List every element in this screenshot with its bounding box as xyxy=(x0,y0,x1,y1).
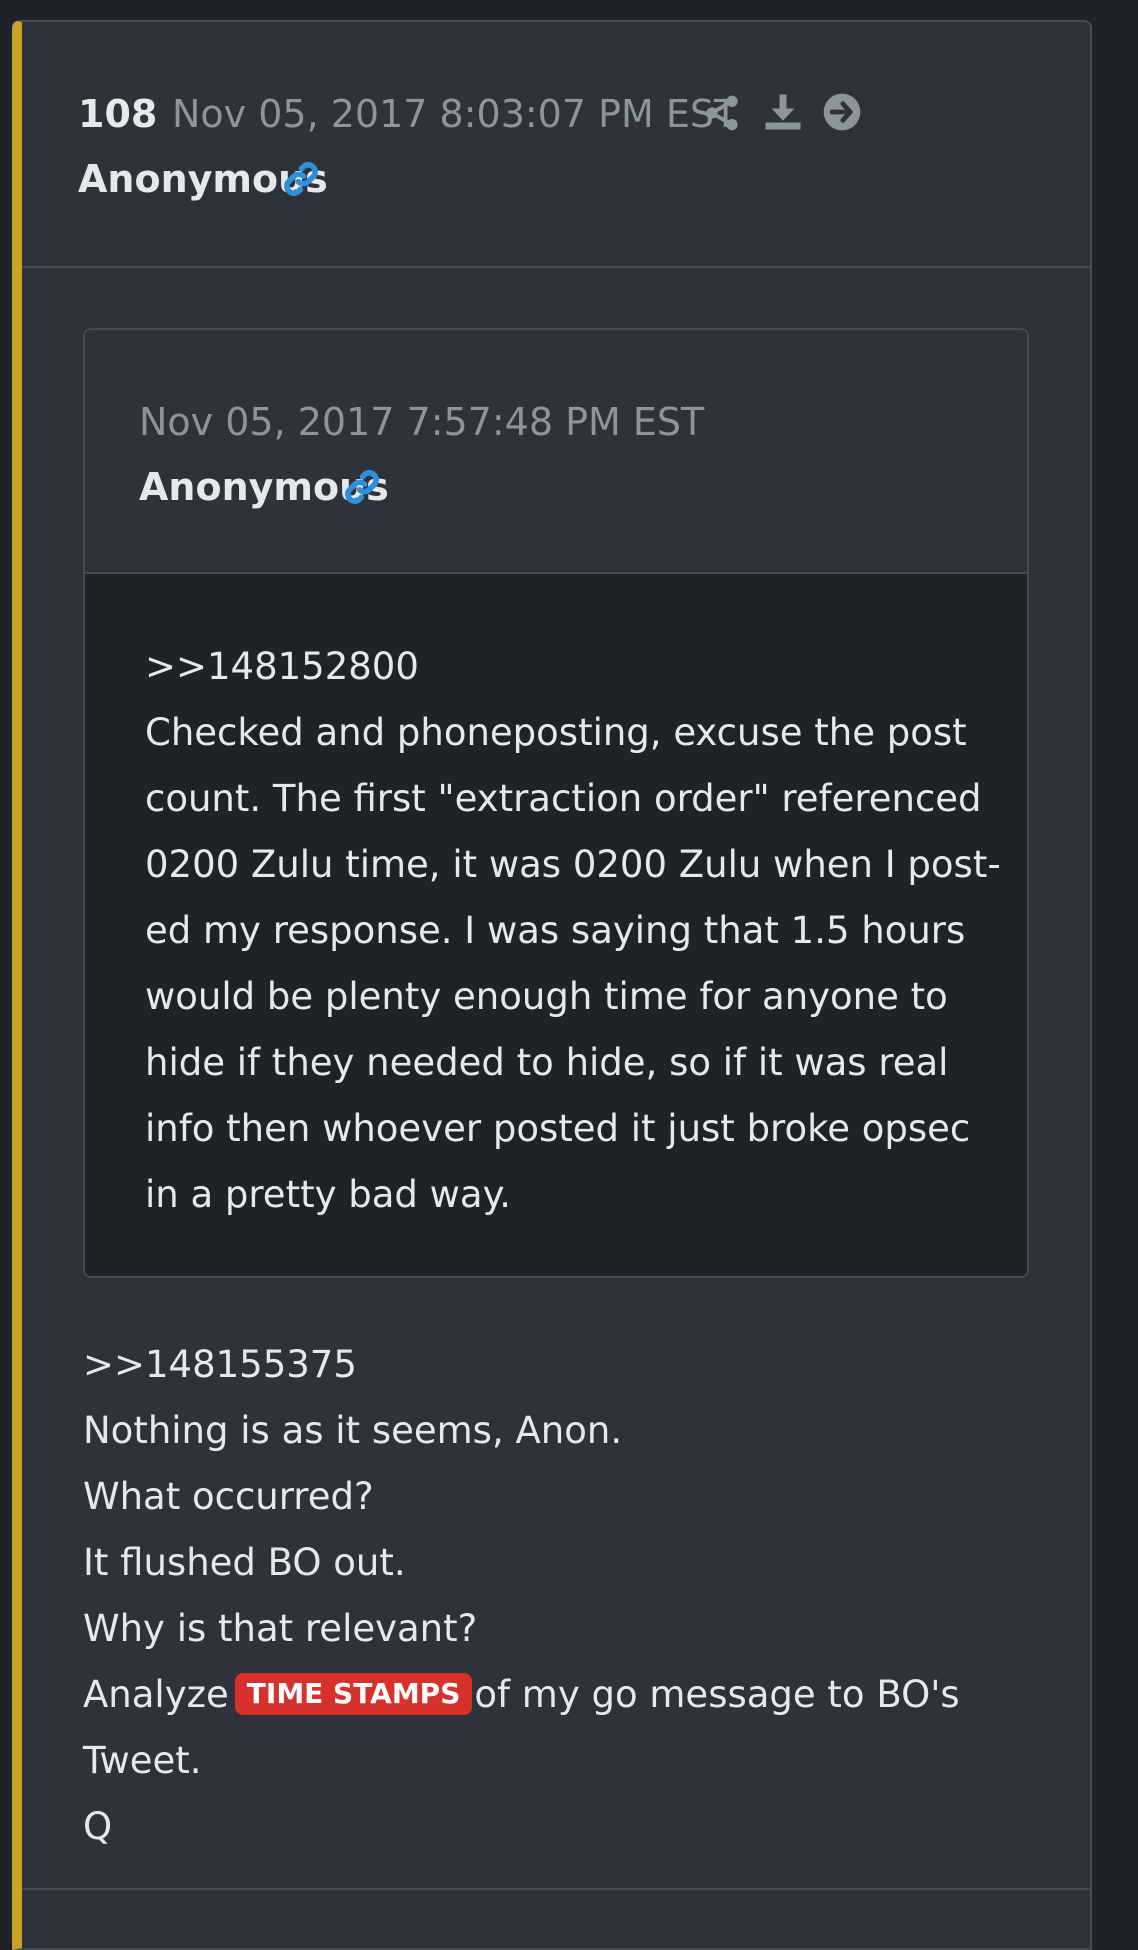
quoted-post-text: >>148152800 Checked and phoneposting, ex… xyxy=(145,634,1001,1228)
quoted-text-line: would be plenty enough time for anyone t… xyxy=(145,975,948,1018)
message-line: What occurred? xyxy=(83,1475,374,1518)
post-timestamp: Nov 05, 2017 8:03:07 PM EST xyxy=(172,92,738,136)
share-icon[interactable] xyxy=(702,92,742,134)
arrow-right-circle-icon[interactable] xyxy=(822,92,862,132)
message-line: Why is that relevant? xyxy=(83,1607,478,1650)
quoted-text-line: count. The first "extraction order" refe… xyxy=(145,777,982,820)
message-line: It flushed BO out. xyxy=(83,1541,406,1584)
message-line: Nothing is as it seems, Anon. xyxy=(83,1409,623,1452)
highlight-after: of my go message to BO's xyxy=(474,1673,960,1716)
quoted-post-timestamp: Nov 05, 2017 7:57:48 PM EST xyxy=(139,400,705,444)
quoted-text-line: ed my response. I was saying that 1.5 ho… xyxy=(145,909,966,952)
post-header: 108 Nov 05, 2017 8:03:07 PM EST Anonymou… xyxy=(22,22,1090,268)
link-icon[interactable] xyxy=(341,466,383,508)
post-message: >>148155375 Nothing is as it seems, Anon… xyxy=(83,1332,960,1860)
quoted-text-line: 0200 Zulu time, it was 0200 Zulu when I … xyxy=(145,843,1001,886)
quoted-post-body: >>148152800 Checked and phoneposting, ex… xyxy=(85,574,1027,1276)
message-line-highlight: Analyze TIME STAMPS of my go message to BO… xyxy=(83,1662,960,1728)
post-number[interactable]: 108 xyxy=(78,92,157,136)
quoted-text-line: in a pretty bad way. xyxy=(145,1173,511,1216)
quoted-text-line: info then whoever posted it just broke o… xyxy=(145,1107,971,1150)
reply-link[interactable]: >>148155375 xyxy=(83,1332,960,1398)
quoted-post: Nov 05, 2017 7:57:48 PM EST Anonymous >>… xyxy=(83,328,1029,1278)
post-card: 108 Nov 05, 2017 8:03:07 PM EST Anonymou… xyxy=(12,20,1092,1950)
quoted-post-header: Nov 05, 2017 7:57:48 PM EST Anonymous xyxy=(85,330,1027,574)
quoted-text-line: hide if they needed to hide, so if it wa… xyxy=(145,1041,949,1084)
time-stamps-badge: TIME STAMPS xyxy=(234,1673,473,1715)
quoted-text-line: Checked and phoneposting, excuse the pos… xyxy=(145,711,967,754)
link-icon[interactable] xyxy=(280,158,322,200)
message-line: Tweet. xyxy=(83,1739,202,1782)
divider xyxy=(22,1888,1090,1890)
quoted-reply-link[interactable]: >>148152800 xyxy=(145,634,975,700)
signature: Q xyxy=(83,1805,113,1848)
download-icon[interactable] xyxy=(762,90,804,134)
highlight-before: Analyze xyxy=(83,1673,229,1716)
